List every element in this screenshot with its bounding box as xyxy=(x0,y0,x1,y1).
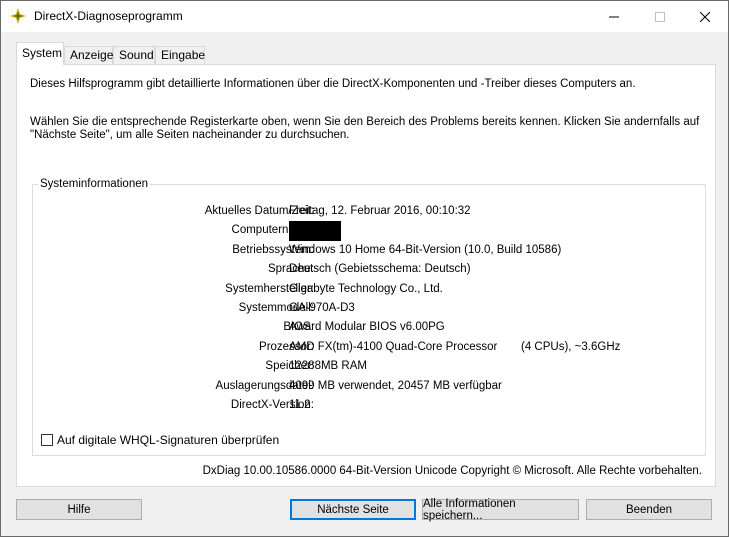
window-title: DirectX-Diagnoseprogramm xyxy=(34,9,183,23)
info-value: 11.2 xyxy=(289,398,311,411)
computername-redacted xyxy=(289,221,341,244)
minimize-icon xyxy=(609,16,619,17)
instruction-text: Wählen Sie die entsprechende Registerkar… xyxy=(30,116,700,141)
intro-text: Dieses Hilfsprogramm gibt detaillierte I… xyxy=(30,78,636,90)
info-row-manufacturer: Systemhersteller: Gigabyte Technology Co… xyxy=(33,283,705,302)
tab-eingabe[interactable]: Eingabe xyxy=(155,46,205,64)
info-row-computername: Computername: xyxy=(33,221,705,244)
info-value: Gigabyte Technology Co., Ltd. xyxy=(289,282,443,295)
minimize-button[interactable] xyxy=(591,1,637,32)
info-value: Deutsch (Gebietsschema: Deutsch) xyxy=(289,263,471,276)
save-all-info-button[interactable]: Alle Informationen speichern... xyxy=(422,498,579,522)
info-value: GA-970A-D3 xyxy=(289,301,355,314)
whql-checkbox-label[interactable]: Auf digitale WHQL-Signaturen überprüfen xyxy=(57,433,279,447)
close-icon xyxy=(700,11,710,22)
system-info-list: Aktuelles Datum/Zeit: Freitag, 12. Febru… xyxy=(33,205,705,418)
info-row-language: Sprache: Deutsch (Gebietsschema: Deutsch… xyxy=(33,263,705,282)
info-value: 4099 MB verwendet, 20457 MB verfügbar xyxy=(289,379,502,392)
tab-system[interactable]: System xyxy=(16,42,64,65)
title-bar[interactable]: DirectX-Diagnoseprogramm xyxy=(1,1,728,32)
info-value: 12288MB RAM xyxy=(289,360,367,373)
info-row-memory: Speicher: 12288MB RAM xyxy=(33,360,705,379)
help-button[interactable]: Hilfe xyxy=(16,499,142,520)
tab-anzeige[interactable]: Anzeige xyxy=(64,46,113,64)
info-row-os: Betriebssystem: Windows 10 Home 64-Bit-V… xyxy=(33,244,705,263)
directx-app-icon xyxy=(10,8,26,24)
tab-sound[interactable]: Sound xyxy=(113,46,155,64)
system-info-title: Systeminformationen xyxy=(38,178,151,190)
info-value: Windows 10 Home 64-Bit-Version (10.0, Bu… xyxy=(289,243,562,256)
maximize-icon xyxy=(655,11,665,22)
copyright-text: DxDiag 10.00.10586.0000 64-Bit-Version U… xyxy=(202,465,702,477)
info-value: Freitag, 12. Februar 2016, 00:10:32 xyxy=(289,205,471,217)
maximize-button[interactable] xyxy=(637,1,683,32)
processor-cores: (4 CPUs), ~3.6GHz xyxy=(521,340,621,353)
info-row-bios: BIOS: Award Modular BIOS v6.00PG xyxy=(33,321,705,340)
dxdiag-window: DirectX-Diagnoseprogramm System Anzeige … xyxy=(0,0,729,537)
info-row-model: Systemmodell: GA-970A-D3 xyxy=(33,302,705,321)
system-info-group: Systeminformationen Aktuelles Datum/Zeit… xyxy=(32,178,706,456)
close-button[interactable] xyxy=(682,1,728,32)
whql-checkbox[interactable] xyxy=(41,434,53,446)
info-row-processor: Prozessor: AMD FX(tm)-4100 Quad-Core Pro… xyxy=(33,341,705,360)
info-row-date: Aktuelles Datum/Zeit: Freitag, 12. Febru… xyxy=(33,205,705,224)
info-row-pagefile: Auslagerungsdatei: 4099 MB verwendet, 20… xyxy=(33,380,705,399)
processor-name: AMD FX(tm)-4100 Quad-Core Processor xyxy=(289,340,498,353)
redaction-box xyxy=(289,221,341,242)
next-page-button[interactable]: Nächste Seite xyxy=(290,499,416,520)
info-value: Award Modular BIOS v6.00PG xyxy=(289,321,445,334)
info-value: AMD FX(tm)-4100 Quad-Core Processor (4 C… xyxy=(289,340,620,353)
system-tab-panel: Dieses Hilfsprogramm gibt detaillierte I… xyxy=(16,64,716,487)
whql-check-option[interactable]: Auf digitale WHQL-Signaturen überprüfen xyxy=(41,433,279,447)
info-row-directx: DirectX-Version: 11.2 xyxy=(33,399,705,418)
exit-button[interactable]: Beenden xyxy=(586,499,712,520)
